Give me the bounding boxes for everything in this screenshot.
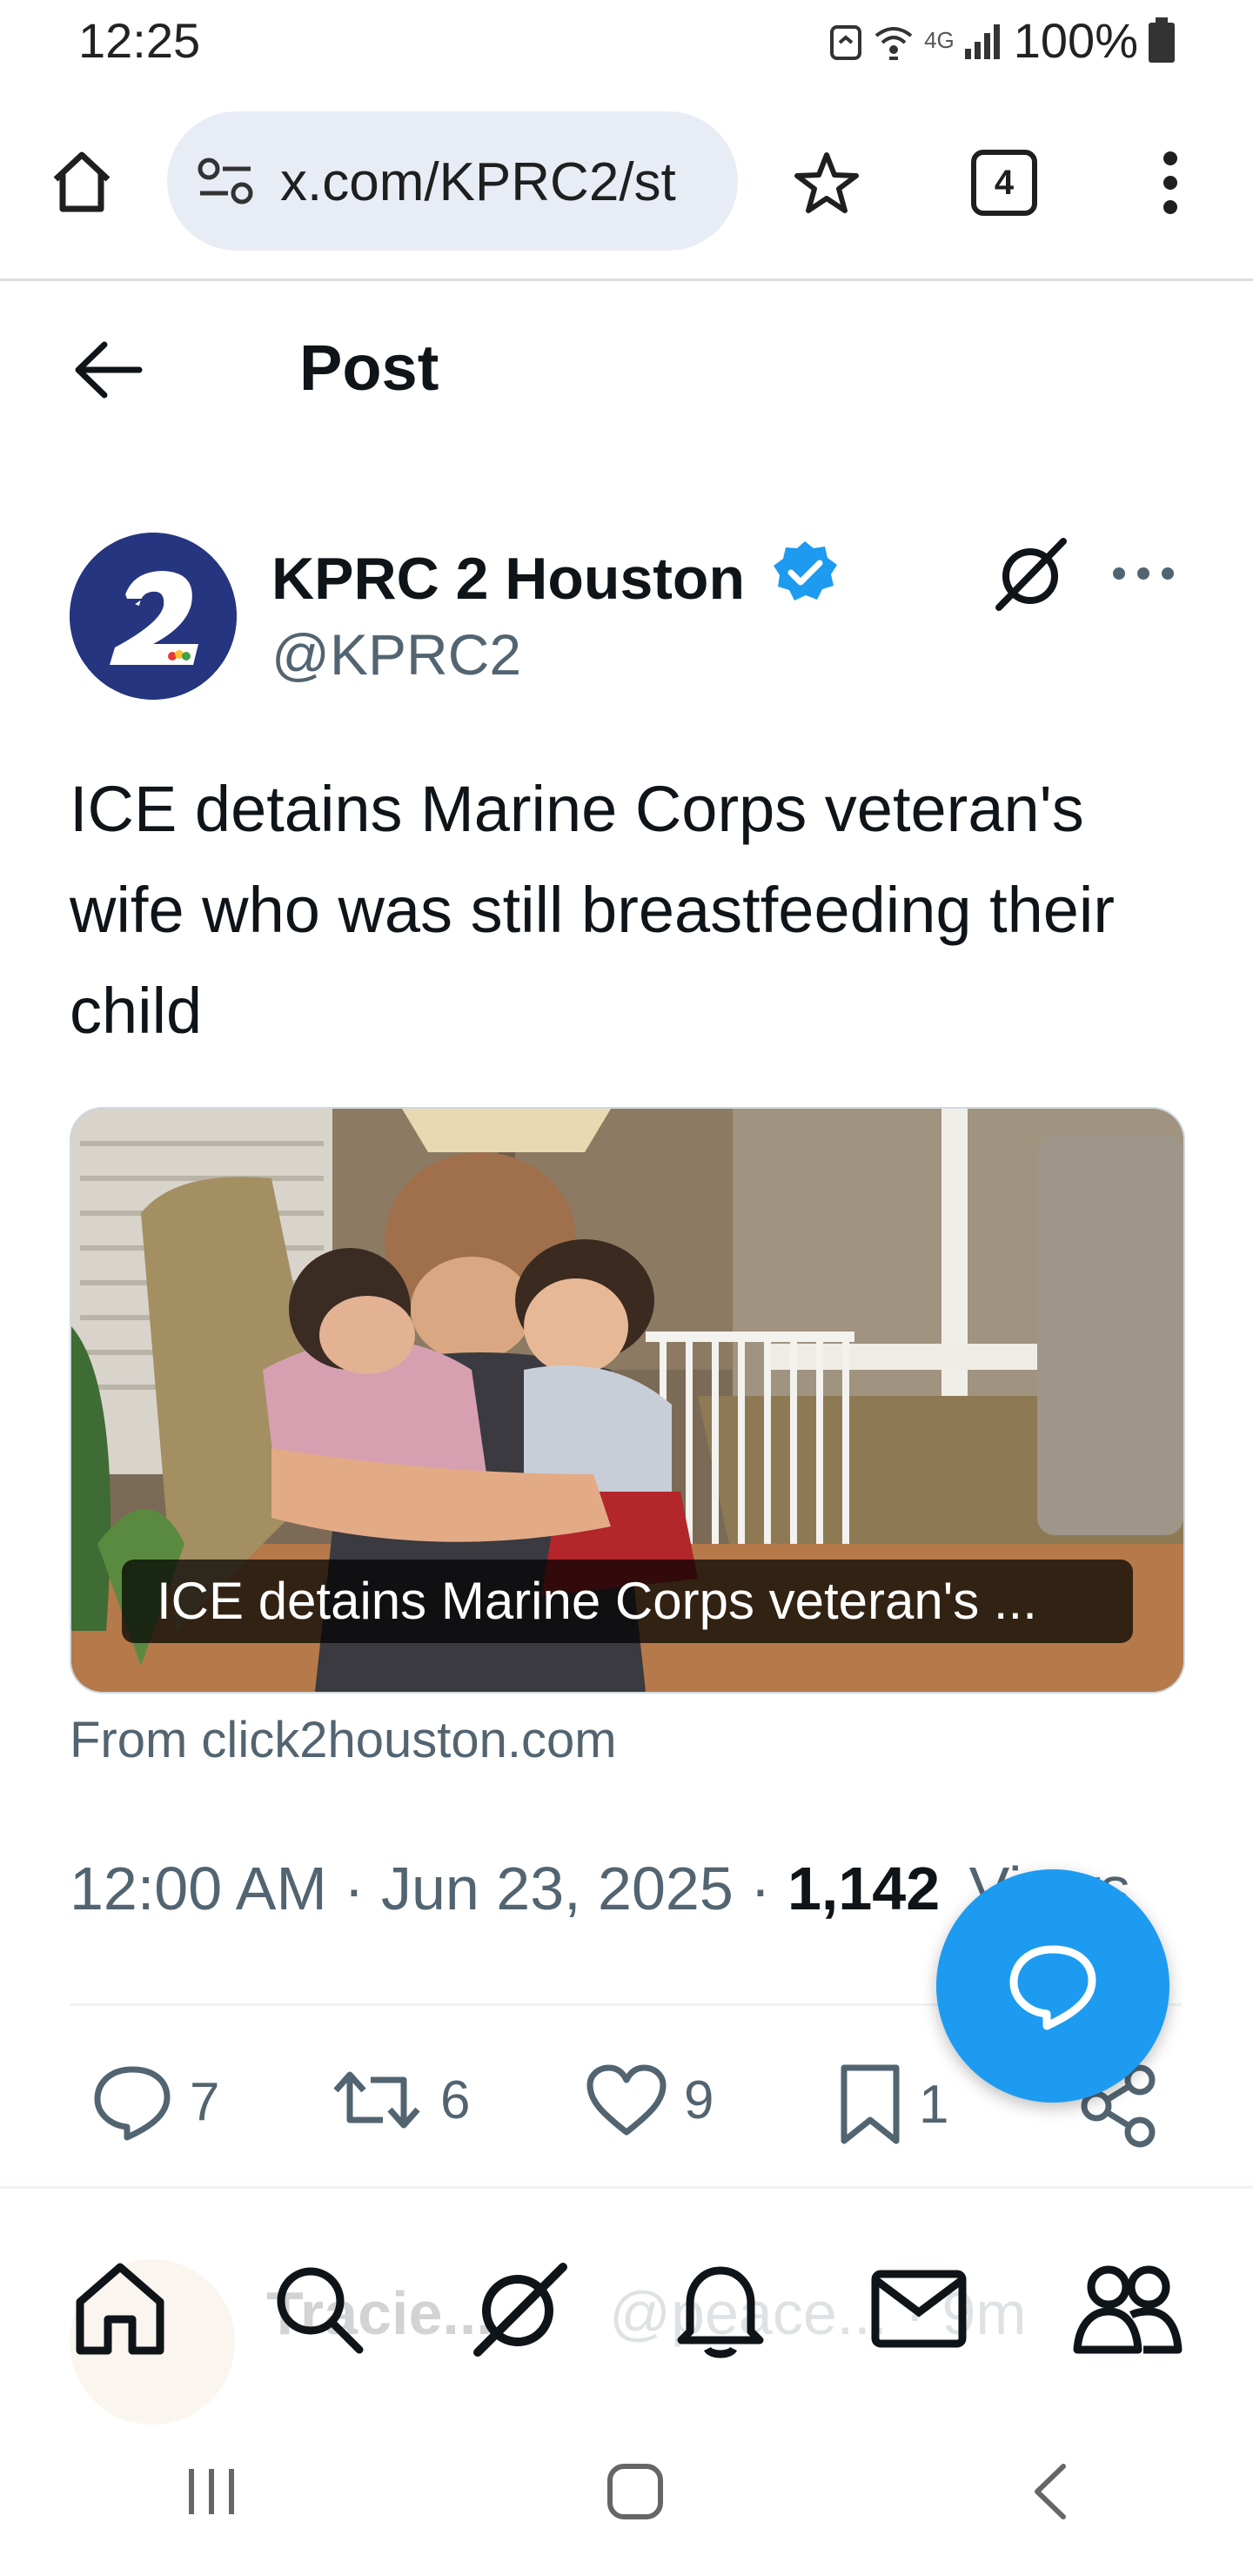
home-square-icon xyxy=(606,2463,663,2519)
recents-icon xyxy=(189,2468,235,2514)
address-bar[interactable]: x.com/KPRC2/st xyxy=(167,111,738,251)
nav-search[interactable] xyxy=(271,2261,366,2361)
grok-icon xyxy=(995,538,1067,611)
verified-badge-icon xyxy=(773,541,837,600)
bookmark-star-button[interactable] xyxy=(792,148,861,222)
bottom-navigation xyxy=(0,2210,1253,2411)
url-text: x.com/KPRC2/st xyxy=(280,152,676,212)
bookmark-count: 1 xyxy=(919,2074,949,2135)
author-name[interactable]: KPRC 2 Houston xyxy=(271,538,840,613)
more-horizontal-icon xyxy=(1113,567,1174,580)
separator-dot: · xyxy=(344,1855,381,1922)
repost-icon xyxy=(333,2071,420,2129)
status-time: 12:25 xyxy=(78,13,201,68)
people-icon xyxy=(1073,2265,1183,2353)
card-caption: ICE detains Marine Corps veteran's ... xyxy=(122,1560,1133,1643)
system-back-button[interactable] xyxy=(1029,2461,1072,2526)
reply-count: 7 xyxy=(190,2071,220,2132)
site-settings-icon[interactable] xyxy=(197,157,254,205)
browser-home-button[interactable] xyxy=(47,146,117,216)
actions-divider xyxy=(0,2186,1253,2189)
back-button[interactable] xyxy=(73,339,143,405)
repost-button[interactable]: 6 xyxy=(329,2063,470,2137)
card-source-link[interactable]: From click2houston.com xyxy=(70,1711,617,1769)
browser-divider xyxy=(0,278,1253,281)
home-icon xyxy=(76,2263,164,2354)
home-outline-icon xyxy=(53,151,111,212)
system-navigation xyxy=(0,2411,1253,2576)
nav-notifications[interactable] xyxy=(673,2258,768,2364)
reply-icon xyxy=(94,2066,171,2141)
status-icons: 4G 100% xyxy=(828,12,1176,69)
tab-count: 4 xyxy=(994,163,1015,202)
nav-grok[interactable] xyxy=(467,2257,572,2365)
recent-apps-button[interactable] xyxy=(181,2465,242,2522)
tab-switcher-button[interactable]: 4 xyxy=(971,150,1037,216)
mail-icon xyxy=(871,2270,967,2347)
chevron-left-icon xyxy=(1034,2463,1066,2519)
grok-button[interactable] xyxy=(990,534,1070,619)
reply-button[interactable]: 7 xyxy=(90,2063,219,2141)
like-count: 9 xyxy=(684,2070,714,2130)
battery-icon xyxy=(1149,17,1175,63)
back-arrow-icon xyxy=(75,341,143,399)
nav-messages[interactable] xyxy=(868,2265,969,2357)
battery-percent: 100% xyxy=(1013,13,1138,68)
compose-reply-fab[interactable] xyxy=(936,1869,1169,2103)
star-icon xyxy=(794,152,859,213)
grok-icon xyxy=(473,2262,568,2357)
kprc-logo-icon xyxy=(70,533,237,700)
author-avatar[interactable] xyxy=(70,533,237,700)
author-name-text: KPRC 2 Houston xyxy=(271,546,745,612)
bell-icon xyxy=(677,2266,764,2358)
heart-icon xyxy=(586,2064,667,2136)
like-button[interactable]: 9 xyxy=(585,2063,714,2137)
search-icon xyxy=(277,2267,364,2353)
reply-bubble-icon xyxy=(1009,1945,1096,2030)
network-type: 4G xyxy=(924,27,955,53)
nav-communities[interactable] xyxy=(1070,2261,1183,2361)
nav-home[interactable] xyxy=(70,2258,171,2364)
separator-dot: · xyxy=(750,1855,787,1922)
link-card[interactable]: ICE detains Marine Corps veteran's ... xyxy=(70,1107,1185,1694)
repost-count: 6 xyxy=(440,2070,471,2130)
author-handle[interactable]: @KPRC2 xyxy=(271,621,521,688)
post-time: 12:00 AM xyxy=(70,1855,327,1922)
signal-icon xyxy=(964,23,1000,59)
post-text: ICE detains Marine Corps veteran's wife … xyxy=(70,773,1116,1047)
data-saver-icon xyxy=(830,24,862,60)
bookmark-icon xyxy=(841,2064,900,2144)
post-date: Jun 23, 2025 xyxy=(380,1855,734,1922)
more-options-button[interactable] xyxy=(1110,564,1176,587)
bookmark-button[interactable]: 1 xyxy=(837,2063,948,2146)
system-home-button[interactable] xyxy=(605,2461,666,2526)
wifi-icon xyxy=(874,26,913,60)
page-title: Post xyxy=(299,332,439,404)
kebab-menu-icon xyxy=(1163,151,1177,214)
views-count: 1,142 xyxy=(787,1855,941,1922)
browser-menu-button[interactable] xyxy=(1149,150,1192,220)
